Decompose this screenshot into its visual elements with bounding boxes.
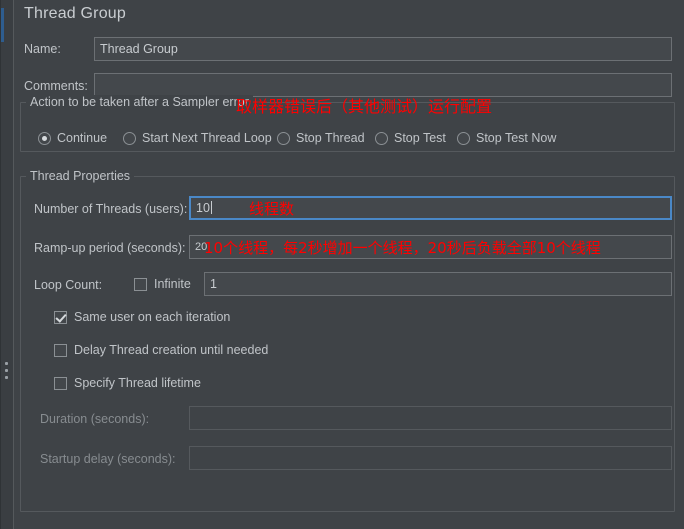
loop-count-label: Loop Count:: [34, 278, 103, 292]
comments-input[interactable]: [94, 73, 672, 97]
name-label: Name:: [24, 42, 61, 56]
splitter-dot: [5, 369, 8, 372]
name-input[interactable]: Thread Group: [94, 37, 672, 61]
text-caret: [210, 201, 212, 214]
number-of-threads-input[interactable]: 10: [189, 196, 672, 220]
checkbox-indicator: [134, 278, 147, 291]
number-of-threads-label: Number of Threads (users):: [34, 202, 188, 216]
duration-label: Duration (seconds):: [40, 412, 150, 426]
radio-indicator: [277, 132, 290, 145]
specify-thread-lifetime-label: Specify Thread lifetime: [74, 376, 201, 390]
checkbox-indicator: [54, 311, 67, 324]
splitter-handle[interactable]: [4, 362, 10, 384]
radio-label: Stop Test Now: [476, 131, 557, 145]
checkbox-indicator: [54, 377, 67, 390]
loop-count-input[interactable]: 1: [204, 272, 672, 296]
delay-thread-creation-label: Delay Thread creation until needed: [74, 343, 269, 357]
same-user-label: Same user on each iteration: [74, 310, 231, 324]
splitter-dot: [5, 362, 8, 365]
radio-label: Stop Thread: [296, 131, 365, 145]
number-of-threads-value: 10: [196, 201, 210, 215]
ramp-up-period-label: Ramp-up period (seconds):: [34, 241, 186, 255]
radio-indicator: [375, 132, 388, 145]
radio-label: Stop Test: [394, 131, 446, 145]
infinite-label: Infinite: [154, 277, 191, 291]
sampler-error-legend: Action to be taken after a Sampler error: [26, 95, 253, 109]
radio-indicator: [457, 132, 470, 145]
page-title: Thread Group: [24, 5, 127, 22]
outer-border-line: [0, 0, 1, 529]
startup-delay-label: Startup delay (seconds):: [40, 452, 176, 466]
left-edge-strip: [0, 0, 14, 529]
thread-properties-legend: Thread Properties: [26, 169, 135, 183]
splitter-dot: [5, 376, 8, 379]
selection-accent-bar: [1, 8, 4, 42]
radio-label: Continue: [57, 131, 108, 145]
checkbox-indicator: [54, 344, 67, 357]
radio-indicator: [123, 132, 136, 145]
radio-indicator: [38, 132, 51, 145]
comments-label: Comments:: [24, 79, 88, 93]
thread-group-panel-window: Thread Group Name: Thread Group Comments…: [0, 0, 684, 529]
startup-delay-input: [189, 446, 672, 470]
ramp-up-period-input[interactable]: 20: [189, 235, 672, 259]
duration-input: [189, 406, 672, 430]
radio-label: Start Next Thread Loop: [142, 131, 272, 145]
panel-content: Thread Group Name: Thread Group Comments…: [14, 0, 684, 529]
